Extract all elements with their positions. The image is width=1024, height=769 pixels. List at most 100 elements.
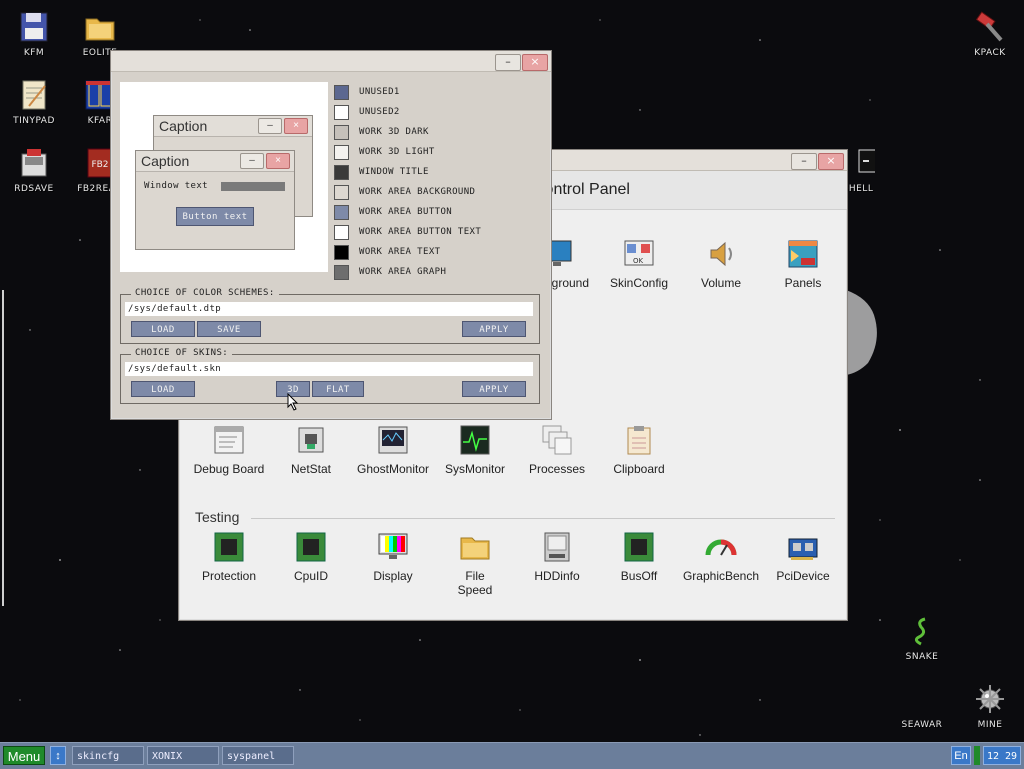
skin-apply-button[interactable]: APPLY bbox=[462, 381, 526, 397]
cp-item-graphicbench[interactable]: GraphicBench bbox=[677, 531, 765, 583]
color-row[interactable]: WORK AREA BUTTON TEXT bbox=[334, 222, 481, 242]
desktop-icon-label: SEAWAR bbox=[901, 720, 943, 730]
color-label: WORK 3D LIGHT bbox=[359, 147, 435, 157]
cp-item-netstat[interactable]: NetStat bbox=[267, 424, 355, 476]
color-label: WORK AREA BUTTON bbox=[359, 207, 453, 217]
color-row[interactable]: UNUSED1 bbox=[334, 82, 481, 102]
cp-item-label: NetStat bbox=[290, 462, 332, 476]
color-swatch[interactable] bbox=[334, 84, 349, 100]
skins-group: CHOICE OF SKINS: /sys/default.skn LOAD 3… bbox=[120, 348, 540, 404]
color-label: WORK 3D DARK bbox=[359, 127, 429, 137]
taskbar-task-syspanel[interactable]: syspanel bbox=[222, 746, 294, 765]
color-swatch[interactable] bbox=[334, 184, 349, 200]
color-label: UNUSED2 bbox=[359, 107, 400, 117]
preview-front-window: Caption – × Window text Button text bbox=[135, 150, 295, 250]
folder-icon bbox=[83, 10, 117, 44]
network-icon bbox=[295, 424, 327, 456]
svg-text:FB2: FB2 bbox=[91, 160, 108, 170]
desktop-icon-label: KPACK bbox=[974, 48, 1006, 58]
color-swatch[interactable] bbox=[334, 244, 349, 260]
cp-item-sysmonitor[interactable]: SysMonitor bbox=[431, 424, 519, 476]
desktop-icon-snake[interactable]: SNAKE bbox=[888, 614, 956, 662]
cp-item-label: Clipboard bbox=[613, 462, 665, 476]
cp-item-skinconfig[interactable]: OK SkinConfig bbox=[595, 238, 683, 290]
language-indicator[interactable]: En bbox=[951, 746, 971, 765]
minimize-button[interactable]: – bbox=[495, 54, 521, 71]
color-row[interactable]: WORK 3D LIGHT bbox=[334, 142, 481, 162]
color-row[interactable]: WORK AREA GRAPH bbox=[334, 262, 481, 282]
color-swatch[interactable] bbox=[334, 144, 349, 160]
scheme-save-button[interactable]: SAVE bbox=[197, 321, 261, 337]
color-row[interactable]: WORK AREA TEXT bbox=[334, 242, 481, 262]
scheme-load-button[interactable]: LOAD bbox=[131, 321, 195, 337]
cp-item-panels[interactable]: Panels bbox=[759, 238, 847, 290]
speaker-icon bbox=[705, 238, 737, 270]
preview-caption-text: Caption bbox=[141, 153, 190, 169]
rdsave-icon bbox=[17, 146, 51, 180]
pci-card-icon bbox=[787, 531, 819, 563]
folder-icon bbox=[459, 531, 491, 563]
cp-item-cpuid[interactable]: CpuID bbox=[267, 531, 355, 583]
color-swatch[interactable] bbox=[334, 124, 349, 140]
color-row[interactable]: WINDOW TITLE bbox=[334, 162, 481, 182]
color-swatch[interactable] bbox=[334, 104, 349, 120]
skin-load-button[interactable]: LOAD bbox=[131, 381, 195, 397]
desktop-icon-tinypad[interactable]: TINYPAD bbox=[0, 78, 68, 126]
color-row[interactable]: WORK AREA BUTTON bbox=[334, 202, 481, 222]
desktop-icon-label: RDSAVE bbox=[14, 184, 54, 194]
menu-button[interactable]: Menu bbox=[3, 746, 45, 765]
cp-item-display[interactable]: Display bbox=[349, 531, 437, 583]
skin-path-input[interactable]: /sys/default.skn bbox=[125, 362, 533, 376]
cp-item-label: BusOff bbox=[620, 569, 658, 583]
desktop-icon-mine[interactable]: MINE bbox=[956, 682, 1024, 730]
cp-item-clipboard[interactable]: Clipboard bbox=[595, 424, 683, 476]
close-button[interactable]: × bbox=[818, 153, 844, 170]
scheme-path-input[interactable]: /sys/default.dtp bbox=[125, 302, 533, 316]
desktop-icon-rdsave[interactable]: RDSAVE bbox=[0, 146, 68, 194]
preview-caption: Caption – × bbox=[136, 151, 294, 172]
preview-caption: Caption – × bbox=[154, 116, 312, 137]
cp-item-label: Debug Board bbox=[193, 462, 265, 476]
cp-item-volume[interactable]: Volume bbox=[677, 238, 765, 290]
desktop-icon-kfm[interactable]: KFM bbox=[0, 10, 68, 58]
color-row[interactable]: WORK 3D DARK bbox=[334, 122, 481, 142]
cp-item-label: GhostMonitor bbox=[356, 462, 430, 476]
taskbar-task-xonix[interactable]: XONIX bbox=[147, 746, 219, 765]
minimize-button[interactable]: – bbox=[791, 153, 817, 170]
preview-window-text: Window text bbox=[144, 181, 209, 191]
color-swatch[interactable] bbox=[334, 164, 349, 180]
cp-item-processes[interactable]: Processes bbox=[513, 424, 601, 476]
cp-item-pcidevice[interactable]: PciDevice bbox=[759, 531, 847, 583]
cp-item-busoff[interactable]: BusOff bbox=[595, 531, 683, 583]
cp-item-debug-board[interactable]: Debug Board bbox=[185, 424, 273, 476]
skin-flat-button[interactable]: FLAT bbox=[312, 381, 364, 397]
cp-item-label: Volume bbox=[700, 276, 742, 290]
snake-icon bbox=[905, 614, 939, 648]
preview-close-button: × bbox=[266, 153, 290, 169]
skin-config-titlebar[interactable]: – × bbox=[111, 51, 551, 72]
color-swatch[interactable] bbox=[334, 204, 349, 220]
color-swatch[interactable] bbox=[334, 264, 349, 280]
cp-item-hddinfo[interactable]: HDDinfo bbox=[513, 531, 601, 583]
section-testing-label: Testing bbox=[195, 509, 240, 525]
skinconfig-icon: OK bbox=[623, 238, 655, 270]
taskbar-switch-button[interactable]: ↕ bbox=[50, 746, 66, 765]
desktop-icon-kpack[interactable]: KPACK bbox=[956, 10, 1024, 58]
cp-item-file-speed[interactable]: File Speed bbox=[431, 531, 519, 597]
skin-preview: Caption – × Caption – × Window text Butt… bbox=[120, 82, 328, 272]
color-label: WORK AREA TEXT bbox=[359, 247, 441, 257]
color-row[interactable]: UNUSED2 bbox=[334, 102, 481, 122]
scheme-apply-button[interactable]: APPLY bbox=[462, 321, 526, 337]
skin-config-window[interactable]: – × Caption – × Caption – × Window text … bbox=[110, 50, 552, 420]
preview-close-button: × bbox=[284, 118, 308, 134]
taskbar-task-skincfg[interactable]: skincfg bbox=[72, 746, 144, 765]
color-row[interactable]: WORK AREA BACKGROUND bbox=[334, 182, 481, 202]
processes-icon bbox=[541, 424, 573, 456]
cpu-chip-icon bbox=[295, 531, 327, 563]
close-button[interactable]: × bbox=[522, 54, 548, 71]
debug-board-icon bbox=[213, 424, 245, 456]
cp-item-protection[interactable]: Protection bbox=[185, 531, 273, 583]
desktop-icon-seawar[interactable]: SEAWAR bbox=[888, 682, 956, 730]
color-swatch[interactable] bbox=[334, 224, 349, 240]
cp-item-ghostmonitor[interactable]: GhostMonitor bbox=[349, 424, 437, 476]
